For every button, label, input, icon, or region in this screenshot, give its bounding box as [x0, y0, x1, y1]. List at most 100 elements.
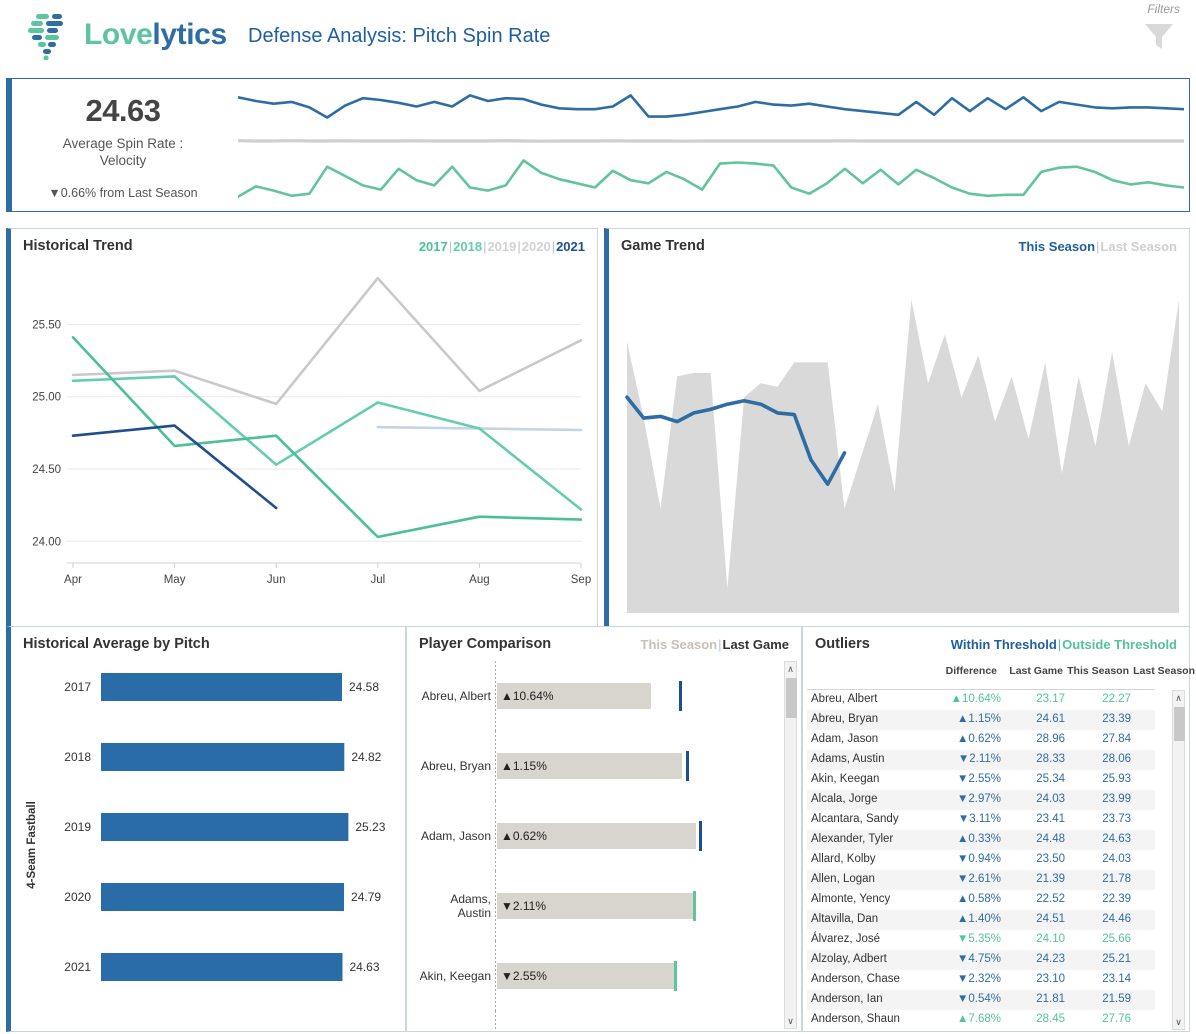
player-delta-label: ▼2.11% — [501, 899, 547, 913]
table-row[interactable]: Alzolay, Adbert ▼4.75% 24.23 25.2125.43 — [807, 950, 1155, 970]
player-comparison-row[interactable]: Abreu, Bryan ▲1.15% — [413, 731, 795, 801]
legend-year-2021[interactable]: 2021 — [556, 239, 585, 254]
svg-text:24.00: 24.00 — [32, 536, 61, 548]
table-row[interactable]: Anderson, Ian ▼0.54% 21.81 21.5921.93 — [807, 990, 1155, 1010]
legend-year-2019[interactable]: 2019 — [487, 239, 516, 254]
table-row[interactable]: Allen, Logan ▼2.61% 21.39 21.7821.96 — [807, 870, 1155, 890]
table-row[interactable]: Alcala, Jorge ▼2.97% 24.03 23.9924.77 — [807, 790, 1155, 810]
cell-last-game: 24.51 — [1036, 913, 1065, 925]
cell-last-season: 21.93 — [1133, 993, 1155, 1005]
table-row[interactable]: Anderson, Chase ▼2.32% 23.10 23.1423.65 — [807, 970, 1155, 990]
player-comparison-row[interactable]: Akin, Keegan ▼2.55% — [413, 941, 795, 1011]
legend-pc-last-game[interactable]: Last Game — [723, 637, 789, 652]
player-comparison-legend: This Season|Last Game — [640, 637, 789, 652]
legend-last-season[interactable]: Last Season — [1100, 239, 1177, 254]
svg-text:2020: 2020 — [64, 890, 91, 904]
cell-last-season: 24.77 — [1133, 793, 1155, 805]
funnel-icon[interactable] — [1142, 20, 1176, 52]
outliers-title: Outliers — [815, 636, 870, 652]
player-delta-label: ▼2.55% — [501, 969, 547, 983]
table-row[interactable]: Almonte, Yency ▲0.58% 22.52 22.3922.39 — [807, 890, 1155, 910]
col-header-last-game[interactable]: Last Game — [1001, 665, 1063, 677]
scroll-up-icon[interactable]: ∧ — [785, 662, 796, 676]
cell-this-season: 23.73 — [1102, 813, 1131, 825]
cell-difference: ▼2.97% — [957, 793, 1001, 805]
svg-text:May: May — [164, 574, 186, 586]
cell-difference: ▲1.15% — [957, 713, 1001, 725]
legend-year-2020[interactable]: 2020 — [522, 239, 551, 254]
scroll-down-icon[interactable]: ∨ — [785, 1014, 796, 1028]
svg-text:Aug: Aug — [469, 574, 489, 586]
cell-last-game: 23.41 — [1036, 813, 1065, 825]
historical-trend-chart: 24.00 24.50 25.00 25.50 Apr May Jun Jul Aug Sep — [32, 276, 591, 586]
dashboard-header: Lovelytics Defense Analysis: Pitch Spin … — [0, 0, 1196, 70]
outliers-table: Abreu, Albert▲10.64%23.1722.2720.94Abreu… — [807, 690, 1155, 1030]
cell-last-season: 28.94 — [1133, 753, 1155, 765]
cell-difference: ▼2.11% — [957, 753, 1001, 765]
player-comparison-row[interactable]: Alcala, Jorge▼2.97% — [413, 1011, 795, 1029]
player-comparison-row[interactable]: Adam, Jason ▲0.62% — [413, 801, 795, 871]
cell-last-season: 23.72 — [1133, 853, 1155, 865]
cell-difference: ▼2.32% — [957, 973, 1001, 985]
player-name: Adams, Austin — [450, 892, 491, 920]
table-row[interactable]: Álvarez, José ▼5.35% 24.10 25.6625.47 — [807, 930, 1155, 950]
bullet-track: ▼2.11% — [497, 871, 709, 941]
bullet-track: ▲1.15% — [497, 731, 709, 801]
legend-this-season[interactable]: This Season — [1018, 239, 1095, 254]
game-trend-chart — [625, 299, 1179, 613]
cell-difference: ▼0.94% — [957, 853, 1001, 865]
brand-lytics: lytics — [152, 18, 227, 51]
player-name: Abreu, Albert — [421, 689, 491, 703]
panel-game-trend: Game Trend This Season|Last Season — [604, 228, 1190, 628]
table-row[interactable]: Adam, Jason ▲0.62% 28.96 27.8428.78 — [807, 730, 1155, 750]
outlier-player-name: Adams, Austin — [811, 753, 885, 765]
cell-this-season: 23.14 — [1102, 973, 1131, 985]
svg-text:Jul: Jul — [370, 574, 385, 586]
axis-reference-line — [495, 731, 496, 801]
player-comparison-row[interactable]: Abreu, Albert ▲10.64% — [413, 661, 795, 731]
table-row[interactable]: Adams, Austin ▼2.11% 28.33 28.0628.94 — [807, 750, 1155, 770]
cell-difference: ▲1.40% — [957, 913, 1001, 925]
bullet-track: ▼2.97% — [497, 1011, 709, 1029]
cell-this-season: 23.39 — [1102, 713, 1131, 725]
table-row[interactable]: Allard, Kolby ▼0.94% 23.50 24.0323.72 — [807, 850, 1155, 870]
cell-last-game: 28.33 — [1036, 753, 1065, 765]
player-comparison-list: Abreu, Albert ▲10.64% Abreu, Bryan ▲1.15% Ad… — [413, 661, 795, 1029]
svg-text:2019: 2019 — [64, 820, 91, 834]
cell-last-season: 25.43 — [1133, 953, 1155, 965]
player-comparison-row[interactable]: Adams, Austin ▼2.11% — [413, 871, 795, 941]
table-row[interactable]: Alexander, Tyler ▲0.33% 24.48 24.6324.40 — [807, 830, 1155, 850]
outlier-player-name: Alexander, Tyler — [811, 833, 894, 845]
scroll-thumb[interactable] — [1174, 707, 1185, 741]
legend-year-2018[interactable]: 2018 — [453, 239, 482, 254]
legend-within-threshold[interactable]: Within Threshold — [951, 637, 1057, 652]
player-comparison-scrollbar[interactable]: ∧ ∨ — [784, 661, 797, 1029]
outliers-scrollbar[interactable]: ∧ ∨ — [1172, 690, 1185, 1030]
brand-wordmark: Lovelytics — [84, 18, 227, 52]
cell-this-season: 25.93 — [1102, 773, 1131, 785]
panel-historical-trend: Historical Trend 2017|2018|2019|2020|202… — [6, 228, 598, 628]
col-header-this-season[interactable]: This Season — [1065, 665, 1129, 677]
cell-last-season: 24.33 — [1133, 713, 1155, 725]
legend-pc-this-season[interactable]: This Season — [641, 637, 718, 652]
col-header-last-season[interactable]: Last Season — [1131, 665, 1195, 677]
col-header-difference[interactable]: Difference — [933, 665, 997, 677]
cell-this-season: 21.78 — [1102, 873, 1131, 885]
table-row[interactable]: Abreu, Bryan ▲1.15% 24.61 23.3924.33 — [807, 710, 1155, 730]
table-row[interactable]: Altavilla, Dan ▲1.40% 24.51 24.4624.17 — [807, 910, 1155, 930]
cell-last-season: 26.01 — [1133, 773, 1155, 785]
legend-outside-threshold[interactable]: Outside Threshold — [1062, 637, 1177, 652]
scroll-up-icon[interactable]: ∧ — [1173, 691, 1184, 705]
table-row[interactable]: Abreu, Albert ▲10.64% 23.17 22.2720.94 — [807, 690, 1155, 710]
legend-year-2017[interactable]: 2017 — [419, 239, 448, 254]
table-row[interactable]: Alcantara, Sandy ▼3.11% 23.41 23.7324.16 — [807, 810, 1155, 830]
scroll-down-icon[interactable]: ∨ — [1173, 1015, 1184, 1029]
cell-last-game: 24.10 — [1036, 933, 1065, 945]
panel-player-comparison: Player Comparison This Season|Last Game … — [406, 626, 802, 1032]
table-row[interactable]: Anderson, Shaun ▲7.68% 28.45 27.7626.42 — [807, 1010, 1155, 1030]
table-row[interactable]: Akin, Keegan ▼2.55% 25.34 25.9326.01 — [807, 770, 1155, 790]
scroll-thumb[interactable] — [786, 678, 797, 718]
cell-this-season: 27.84 — [1102, 733, 1131, 745]
outlier-player-name: Alcantara, Sandy — [811, 813, 899, 825]
cell-this-season: 24.46 — [1102, 913, 1131, 925]
